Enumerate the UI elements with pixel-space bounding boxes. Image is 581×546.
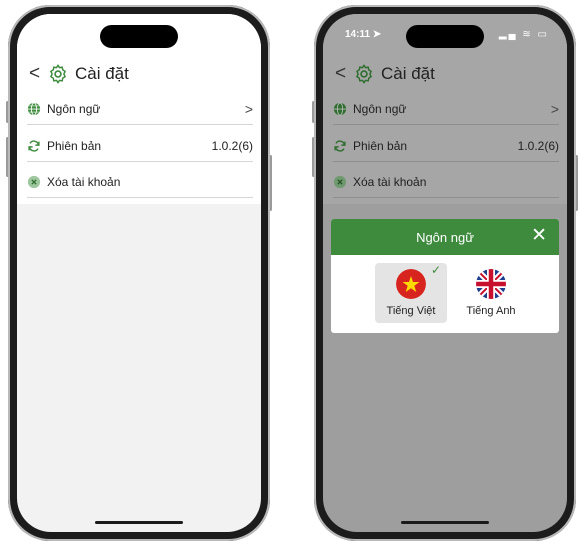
settings-row-version: Phiên bản 1.0.2(6) — [27, 131, 253, 162]
refresh-icon — [334, 140, 346, 152]
language-option-english[interactable]: Tiếng Anh — [455, 263, 527, 323]
back-icon[interactable]: < — [335, 63, 349, 85]
home-indicator[interactable] — [95, 521, 183, 524]
status-icons: ▂▄ ≋ ▭ — [498, 29, 549, 40]
chevron-right-icon: > — [550, 101, 559, 117]
language-option-vietnamese[interactable]: ✓ Tiếng Việt — [375, 263, 447, 323]
settings-row-version: Phiên bản 1.0.2(6) — [333, 131, 559, 162]
dynamic-island — [100, 25, 178, 48]
row-label: Phiên bản — [353, 139, 408, 153]
home-indicator[interactable] — [401, 521, 489, 524]
settings-row-delete-account[interactable]: Xóa tài khoản — [27, 167, 253, 198]
version-value: 1.0.2(6) — [517, 139, 559, 153]
close-circle-icon — [27, 175, 41, 189]
page-title: Cài đặt — [75, 64, 129, 83]
status-time: 14:11 ➤ — [345, 29, 382, 40]
gear-icon — [50, 64, 66, 84]
volume-up-button — [6, 137, 9, 177]
settings-row-language[interactable]: Ngôn ngữ > — [27, 94, 253, 125]
screen-left: 11:17 ▂▄ ≋ ▭ < Cài đặt Ngôn ngữ > Phiên … — [17, 14, 261, 532]
row-label: Xóa tài khoản — [47, 175, 121, 189]
language-dialog: Ngôn ngữ ✕ ✓ Tiếng Việt Tiếng Anh — [331, 219, 559, 333]
dialog-header: Ngôn ngữ ✕ — [331, 219, 559, 255]
close-circle-icon — [333, 175, 347, 189]
settings-header: < Cài đặt — [29, 60, 249, 88]
phone-frame-left: 11:17 ▂▄ ≋ ▭ < Cài đặt Ngôn ngữ > Phiên … — [6, 5, 272, 541]
row-label: Ngôn ngữ — [47, 102, 101, 116]
status-time: 11:17 — [39, 29, 65, 40]
back-icon[interactable]: < — [29, 63, 43, 85]
uk-flag-icon — [476, 269, 506, 299]
language-label: Tiếng Anh — [466, 305, 516, 317]
status-icons: ▂▄ ≋ ▭ — [192, 29, 243, 40]
row-label: Ngôn ngữ — [353, 102, 407, 116]
settings-header: < Cài đặt — [335, 60, 555, 88]
row-label: Xóa tài khoản — [353, 175, 427, 189]
vietnam-flag-icon — [396, 269, 426, 299]
gear-icon — [356, 64, 372, 84]
refresh-icon — [28, 140, 40, 152]
language-label: Tiếng Việt — [386, 305, 436, 317]
volume-up-button — [312, 137, 315, 177]
mute-switch — [6, 101, 9, 123]
power-button — [269, 155, 272, 211]
row-label: Phiên bản — [47, 139, 102, 153]
check-icon: ✓ — [430, 263, 441, 277]
dynamic-island — [406, 25, 484, 48]
chevron-right-icon: > — [244, 101, 253, 117]
page-title: Cài đặt — [381, 64, 435, 83]
settings-row-delete-account[interactable]: Xóa tài khoản — [333, 167, 559, 198]
globe-icon — [27, 102, 41, 116]
phone-frame-right: 14:11 ➤ ▂▄ ≋ ▭ < Cài đặt Ngôn ngữ > Phiê… — [312, 5, 578, 541]
language-options: ✓ Tiếng Việt Tiếng Anh — [331, 255, 559, 323]
version-value: 1.0.2(6) — [211, 139, 253, 153]
dialog-title: Ngôn ngữ — [416, 229, 474, 245]
mute-switch — [312, 101, 315, 123]
power-button — [575, 155, 578, 211]
close-icon[interactable]: ✕ — [531, 225, 547, 247]
settings-row-language[interactable]: Ngôn ngữ > — [333, 94, 559, 125]
globe-icon — [333, 102, 347, 116]
screen-right: 14:11 ➤ ▂▄ ≋ ▭ < Cài đặt Ngôn ngữ > Phiê… — [323, 14, 567, 532]
